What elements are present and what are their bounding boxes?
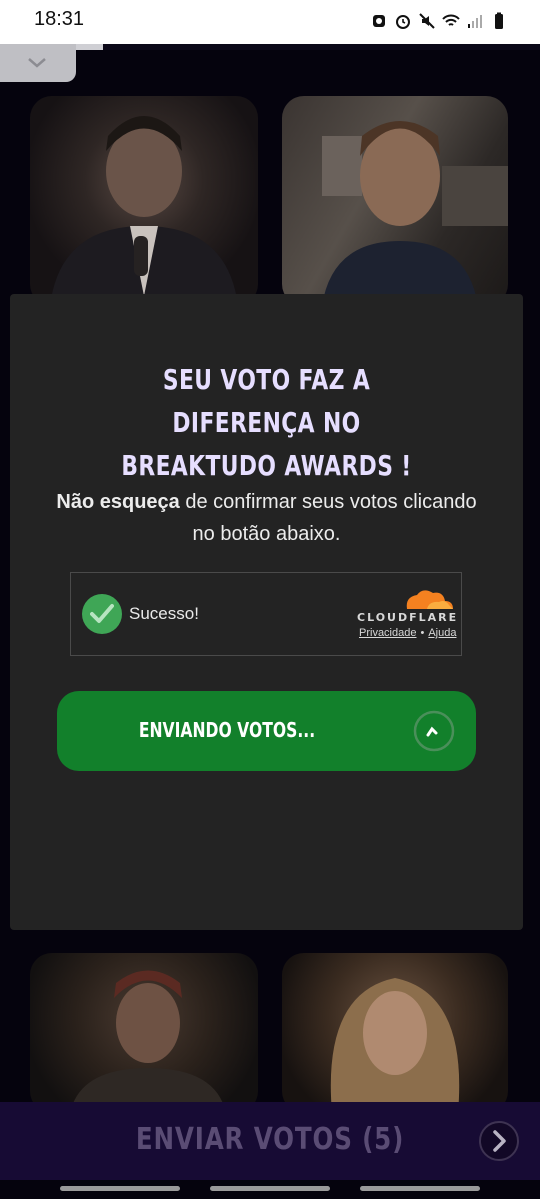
collapse-tab-button[interactable] (0, 44, 76, 82)
link-separator: • (420, 627, 425, 639)
chevron-down-icon (28, 58, 46, 68)
alarm-icon (396, 15, 410, 29)
privacy-link[interactable]: Privacidade (359, 627, 416, 639)
modal-description-bold: Não esqueça (56, 491, 180, 513)
submit-votes-bar[interactable]: ENVIAR VOTOS (5) (0, 1102, 540, 1180)
nominee-portrait (50, 116, 238, 306)
nav-back[interactable] (360, 1186, 480, 1191)
mute-icon (419, 13, 435, 29)
nav-home[interactable] (210, 1186, 330, 1191)
signal-icon (468, 15, 482, 28)
modal-title-line-1: SEU VOTO FAZ A DIFERENÇA NO (162, 363, 371, 439)
nominee-portrait (322, 121, 508, 306)
notification-icon (373, 15, 385, 27)
modal-description: Não esqueça de confirmar seus votos clic… (50, 486, 483, 550)
status-icons (370, 12, 508, 30)
modal-title: SEU VOTO FAZ A DIFERENÇA NO BREAKTUDO AW… (98, 358, 436, 487)
cloudflare-captcha-widget: Sucesso! CLOUDFLARE Privacidade • Ajuda (70, 572, 462, 656)
captcha-links: Privacidade • Ajuda (359, 627, 456, 639)
help-link[interactable]: Ajuda (428, 627, 456, 639)
success-check-icon (82, 594, 122, 634)
battery-icon (495, 12, 503, 29)
cloudflare-cloud-icon (406, 590, 453, 609)
sending-votes-button[interactable]: ENVIANDO VOTOS... (57, 691, 476, 771)
status-bar: 18:31 (0, 0, 540, 44)
nominee-portrait (330, 978, 460, 1113)
status-time: 18:31 (34, 8, 85, 30)
submit-votes-label: ENVIAR VOTOS (5) (135, 1122, 405, 1157)
nominee-photo-1[interactable] (30, 96, 258, 306)
vote-confirm-modal: SEU VOTO FAZ A DIFERENÇA NO BREAKTUDO AW… (10, 294, 523, 930)
loading-spinner-icon (413, 710, 455, 752)
captcha-status: Sucesso! (129, 604, 199, 623)
sending-votes-label: ENVIANDO VOTOS... (138, 718, 316, 742)
nominee-photo-2[interactable] (282, 96, 508, 306)
nominee-portrait (70, 970, 226, 1113)
nav-recent-apps[interactable] (60, 1186, 180, 1191)
nominee-photo-3[interactable] (30, 953, 258, 1113)
chevron-right-icon[interactable] (478, 1120, 520, 1162)
wifi-icon (442, 14, 460, 26)
modal-title-line-2: BREAKTUDO AWARDS ! (121, 449, 412, 482)
nominee-photo-4[interactable] (282, 953, 508, 1113)
cloudflare-logo-text: CLOUDFLARE (357, 611, 459, 624)
voting-progress-bar (0, 44, 540, 50)
modal-description-rest: de confirmar seus votos clicando no botã… (179, 491, 477, 545)
